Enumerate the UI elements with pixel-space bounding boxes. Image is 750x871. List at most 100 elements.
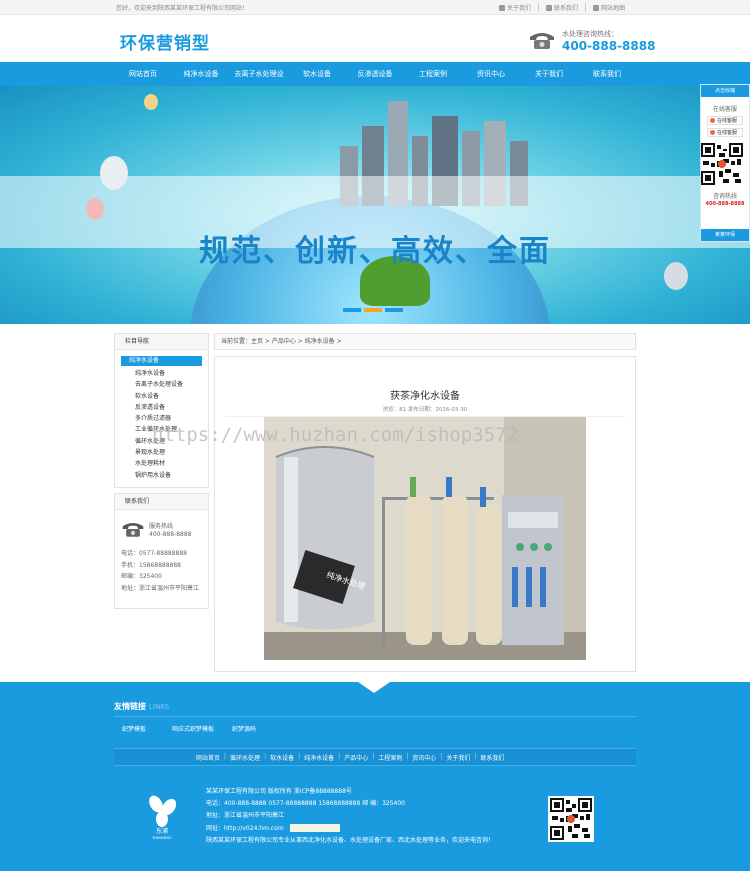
- nav-soft-water[interactable]: 软水设备: [288, 62, 346, 86]
- qq-icon: [710, 130, 715, 135]
- nav-pure-water[interactable]: 纯净水设备: [172, 62, 230, 86]
- category-item[interactable]: 纯净水设备: [135, 368, 208, 379]
- nav-cases[interactable]: 工程案例: [404, 62, 462, 86]
- contact-phone: 电话：0577-88888888: [121, 550, 187, 557]
- slide-dots: [343, 308, 403, 312]
- copyright: 某某环保工程有限公司 版权所有 浙ICP备88888888号: [206, 788, 352, 795]
- slide-dot[interactable]: [385, 308, 403, 312]
- category-item[interactable]: 锅炉用水设备: [135, 470, 208, 481]
- footer-nav-link[interactable]: 产品中心: [344, 753, 368, 762]
- sitemap-link-label: 网站地图: [600, 5, 625, 12]
- contact-mobile: 手机：15868888888: [121, 561, 181, 569]
- category-current[interactable]: 纯净水设备: [121, 356, 202, 366]
- qq-label: 在线客服: [717, 129, 738, 136]
- category-item[interactable]: 反渗透设备: [135, 402, 208, 413]
- balloon-image: [144, 94, 158, 110]
- footer-nav-link[interactable]: 纯净水设备: [304, 753, 334, 762]
- category-title: 栏目导航: [115, 334, 208, 350]
- footer-address: 地址：浙江省温州市平阳萧江: [206, 812, 285, 820]
- nav-news[interactable]: 资讯中心: [462, 62, 520, 86]
- friend-link[interactable]: 织梦模板: [122, 724, 146, 733]
- qq-button-2[interactable]: 在线客服: [707, 128, 743, 137]
- category-item[interactable]: 软水设备: [135, 391, 208, 402]
- balloon-image: [100, 156, 128, 190]
- footer-nav-link[interactable]: 联系我们: [480, 753, 504, 762]
- user-icon: [545, 4, 552, 11]
- service-label: 服务热线: [149, 523, 174, 530]
- contact-link-label: 联系我们: [553, 5, 578, 12]
- contact-info: 电话：0577-88888888 手机：15868888888 邮编：32540…: [115, 548, 208, 594]
- friend-links: 织梦模板 响应式织梦模板 织梦源码: [122, 724, 256, 733]
- nav-deionized[interactable]: 去离子水处理设: [230, 62, 288, 86]
- nav-ro[interactable]: 反渗透设备: [346, 62, 404, 86]
- breadcrumb[interactable]: 当前位置：主页 > 产品中心 > 纯净水设备 >: [214, 333, 636, 350]
- footer-nav-link[interactable]: 网站首页: [196, 753, 220, 762]
- top-links: 关于我们 联系我们 网站地图: [492, 3, 632, 12]
- slide-dot-active[interactable]: [364, 308, 382, 312]
- category-item[interactable]: 去离子水处理设备: [135, 379, 208, 390]
- article-title: 获茶净化水设备: [390, 391, 460, 402]
- service-phone: 400-888-8888: [705, 201, 745, 207]
- category-item[interactable]: 水处理耗材: [135, 458, 208, 469]
- contact-link[interactable]: 联系我们: [537, 3, 585, 12]
- category-item[interactable]: 景观水处理: [135, 447, 208, 458]
- contact-box: 联系我们 服务热线 400-888-8888 电话：0577-88888888 …: [114, 493, 209, 609]
- footer-nav-link[interactable]: 关于我们: [446, 753, 470, 762]
- contact-postcode: 邮编：325400: [121, 573, 162, 580]
- nav-about[interactable]: 关于我们: [520, 62, 578, 86]
- banner-slogan: 规范、创新、高效、全面: [199, 234, 551, 269]
- top-bar: 您好，欢迎来到陕西某某环保工程有限公司网站！ 关于我们 联系我们 网站地图: [0, 0, 750, 15]
- qr-code-image: [701, 143, 743, 185]
- friend-title-text: 友情链接: [114, 702, 146, 711]
- qq-button-1[interactable]: 在线客服: [707, 116, 743, 125]
- consult-label: 咨询热线: [712, 193, 737, 200]
- friend-title-sub: LINKS: [149, 703, 170, 711]
- footer-notch: [358, 682, 390, 693]
- hero-banner: 规范、创新、高效、全面: [0, 86, 750, 324]
- footer-nav-link[interactable]: 工程案例: [378, 753, 402, 762]
- contact-address: 地址：浙江省温州市平阳萧江: [121, 584, 200, 592]
- footer-website: 网址：http://v024.hm.com: [206, 823, 494, 835]
- cnzz-badge[interactable]: [289, 824, 340, 833]
- friend-link[interactable]: 织梦源码: [232, 724, 256, 733]
- article-meta: 浏览：81 发布日期：2016-03-30: [382, 407, 468, 413]
- online-service-panel: 点击收缩 在线客服 在线客服 在线客服 咨询热线 400-888-8888 某某…: [700, 84, 750, 242]
- online-service-label: 在线客服: [712, 106, 737, 113]
- welcome-text: 您好，欢迎来到陕西某某环保工程有限公司网站！: [116, 5, 249, 12]
- site-logo[interactable]: 环保营销型: [120, 29, 210, 54]
- footer-nav-link[interactable]: 软水设备: [270, 753, 294, 762]
- nav-contact[interactable]: 联系我们: [578, 62, 636, 86]
- footer-qr-code-image: [548, 796, 594, 842]
- footer: 友情链接 LINKS 织梦模板 响应式织梦模板 织梦源码 网站首页 | 循环水处理 |…: [0, 682, 750, 871]
- footer-description: 陕西某某环保工程有限公司专业从事西北净化水设备、水处理设备厂家、西北水处理等业务…: [206, 836, 495, 844]
- service-phone-number: 400-888-8888: [149, 531, 192, 538]
- footer-nav-link[interactable]: 循环水处理: [230, 753, 260, 762]
- nav-home[interactable]: 网站首页: [114, 62, 172, 86]
- website-text[interactable]: 网址：http://v024.hm.com: [206, 825, 284, 832]
- friend-link[interactable]: 响应式织梦模板: [172, 724, 214, 733]
- qq-icon: [710, 118, 715, 123]
- qq-label: 在线客服: [717, 117, 738, 124]
- share-icon: [498, 4, 505, 11]
- logo-text: 东浦: [156, 827, 168, 835]
- sitemap-icon: [592, 4, 599, 11]
- watermark-text: https://www.huzhan.com/ishop3572: [152, 424, 519, 446]
- contact-title: 联系我们: [115, 494, 208, 510]
- balloon-image: [86, 198, 104, 220]
- category-item[interactable]: 多介质过滤器: [135, 413, 208, 424]
- service-collapse[interactable]: 点击收缩: [701, 85, 749, 97]
- hotline-label: 水处理咨询热线：: [562, 30, 618, 38]
- phone-icon: [530, 33, 554, 49]
- friend-links-title: 友情链接 LINKS: [114, 701, 169, 712]
- phone-icon: [122, 523, 144, 537]
- product-photo: 纯净水处理: [264, 417, 586, 660]
- main-nav: 网站首页 纯净水设备 去离子水处理设 软水设备 反渗透设备 工程案例 资讯中心 …: [0, 62, 750, 86]
- slide-dot[interactable]: [343, 308, 361, 312]
- footer-nav-link[interactable]: 资讯中心: [412, 753, 436, 762]
- sitemap-link[interactable]: 网站地图: [584, 3, 632, 12]
- about-link[interactable]: 关于我们: [492, 3, 538, 12]
- company-logo: 东浦 YONGMING: [149, 795, 177, 840]
- footer-contact: 电话：400-888-8888 0577-88888888 1586888888…: [206, 800, 406, 808]
- hotline-number: 400-888-8888: [562, 39, 656, 53]
- hotline: 水处理咨询热线： 400-888-8888: [528, 28, 655, 58]
